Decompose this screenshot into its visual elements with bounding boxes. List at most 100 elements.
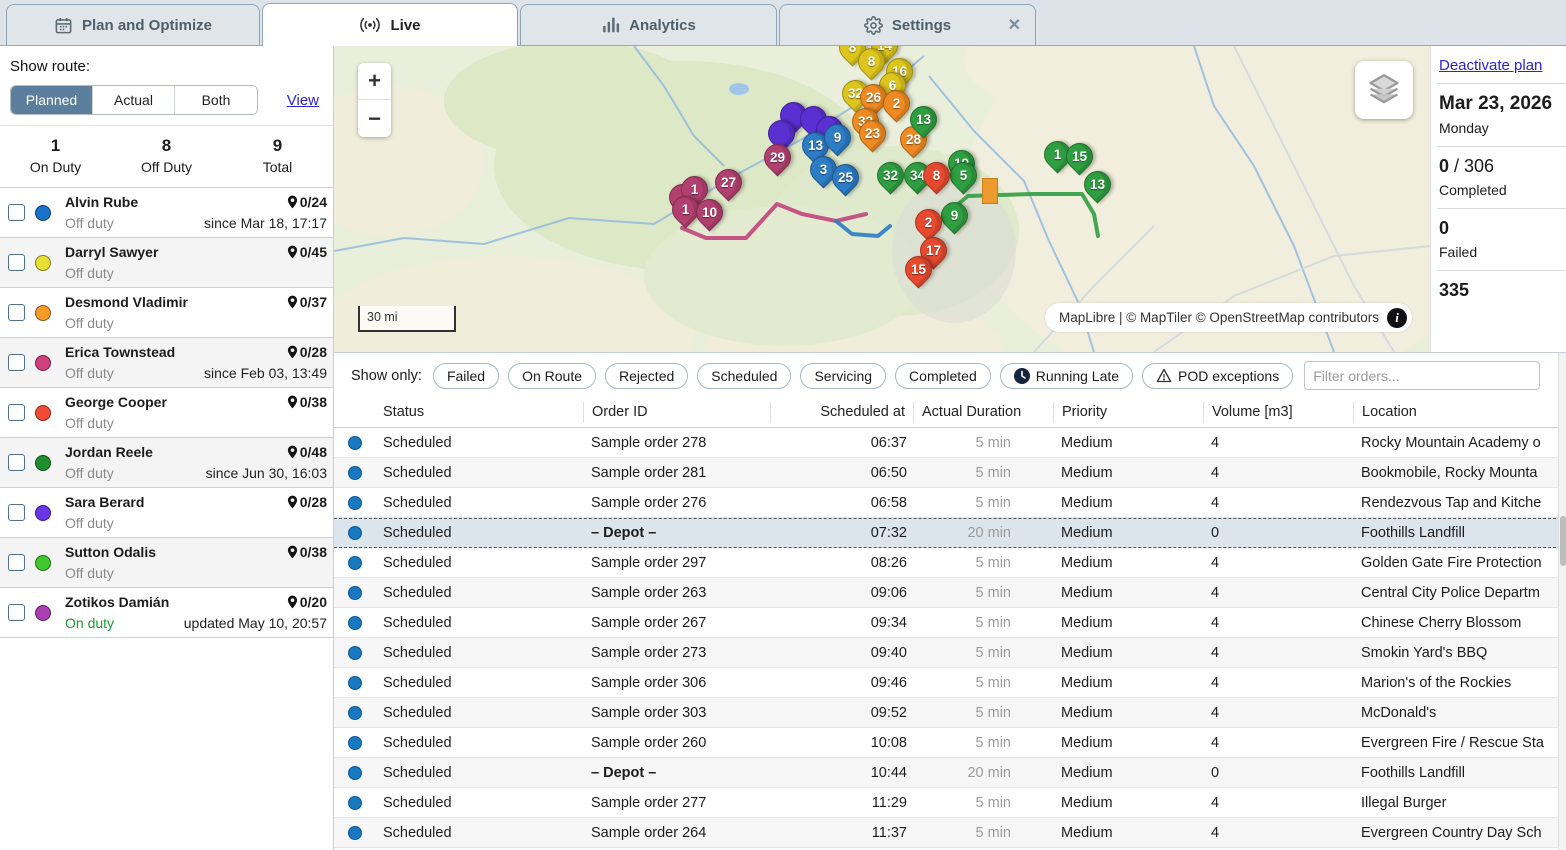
tab-settings[interactable]: Settings ✕ [779, 4, 1036, 45]
order-id: Sample order 278 [583, 435, 770, 451]
order-id: Sample order 276 [583, 495, 770, 511]
order-id: Sample order 264 [583, 825, 770, 841]
map-pin[interactable]: 15 [1060, 137, 1098, 175]
chip-servicing[interactable]: Servicing [800, 363, 886, 389]
order-row[interactable]: Scheduled Sample order 263 09:06 5 min M… [334, 578, 1566, 608]
driver-row[interactable]: Zotikos Damián 0/20 On duty updated May … [0, 588, 333, 638]
col-priority[interactable]: Priority [1053, 402, 1203, 423]
zoom-out-button[interactable]: − [358, 100, 391, 137]
order-row[interactable]: Scheduled Sample order 260 10:08 5 min M… [334, 728, 1566, 758]
zoom-in-button[interactable]: + [358, 63, 391, 100]
table-scrollbar-thumb[interactable] [1560, 516, 1566, 566]
order-row[interactable]: Scheduled Sample order 264 11:37 5 min M… [334, 818, 1566, 848]
driver-row[interactable]: Sara Berard 0/28 Off duty [0, 488, 333, 538]
driver-name: Sutton Odalis [65, 542, 156, 562]
chip-on-route[interactable]: On Route [508, 363, 596, 389]
order-row[interactable]: Scheduled Sample order 281 06:50 5 min M… [334, 458, 1566, 488]
duty-stats: 1On Duty 8Off Duty 9Total [0, 125, 333, 188]
map-zoom-control: + − [358, 63, 391, 137]
chip-scheduled[interactable]: Scheduled [697, 363, 791, 389]
info-icon[interactable]: i [1387, 308, 1407, 328]
driver-checkbox[interactable] [8, 604, 25, 621]
chip-running-late[interactable]: Running Late [1000, 363, 1133, 389]
driver-status: Off duty [65, 313, 114, 333]
driver-checkbox[interactable] [8, 304, 25, 321]
driver-row[interactable]: George Cooper 0/38 Off duty [0, 388, 333, 438]
order-row[interactable]: Scheduled Sample order 303 09:52 5 min M… [334, 698, 1566, 728]
chip-rejected[interactable]: Rejected [605, 363, 688, 389]
order-row[interactable]: Scheduled Sample order 277 11:29 5 min M… [334, 788, 1566, 818]
driver-status: Off duty [65, 413, 114, 433]
col-actual-duration[interactable]: Actual Duration [913, 402, 1053, 423]
tab-analytics[interactable]: Analytics [520, 4, 777, 45]
layers-button[interactable] [1355, 61, 1413, 119]
driver-row[interactable]: Desmond Vladimir 0/37 Off duty [0, 288, 333, 338]
order-volume: 4 [1203, 675, 1353, 691]
tab-plan-and-optimize[interactable]: Plan and Optimize [6, 4, 260, 45]
driver-row[interactable]: Alvin Rube 0/24 Off duty since Mar 18, 1… [0, 188, 333, 238]
driver-checkbox[interactable] [8, 354, 25, 371]
col-volume[interactable]: Volume [m3] [1203, 402, 1353, 423]
driver-checkbox[interactable] [8, 454, 25, 471]
map-pin[interactable]: 10 [690, 193, 728, 231]
col-location[interactable]: Location [1353, 402, 1566, 423]
order-scheduled-at: 11:29 [770, 795, 913, 811]
plan-day: Monday [1439, 120, 1566, 136]
status-dot-icon [348, 586, 362, 600]
driver-checkbox[interactable] [8, 504, 25, 521]
map-pin[interactable]: 25 [826, 158, 864, 196]
filter-chips-row: Show only: FailedOn RouteRejectedSchedul… [334, 353, 1566, 397]
chip-completed[interactable]: Completed [895, 363, 991, 389]
driver-checkbox[interactable] [8, 554, 25, 571]
route-toggle-actual[interactable]: Actual [93, 86, 175, 114]
driver-row[interactable]: Jordan Reele 0/48 Off duty since Jun 30,… [0, 438, 333, 488]
driver-row[interactable]: Sutton Odalis 0/38 Off duty [0, 538, 333, 588]
route-toggle-both[interactable]: Both [175, 86, 257, 114]
driver-status: Off duty [65, 213, 114, 233]
col-order-id[interactable]: Order ID [583, 402, 770, 423]
order-location: Smokin Yard's BBQ [1353, 645, 1566, 661]
driver-row[interactable]: Darryl Sawyer 0/45 Off duty [0, 238, 333, 288]
order-status: Scheduled [375, 795, 583, 811]
order-priority: Medium [1053, 525, 1203, 541]
map-pin[interactable]: 9 [935, 196, 973, 234]
col-status[interactable]: Status [375, 402, 583, 423]
tab-live[interactable]: Live [262, 3, 518, 46]
map-pin[interactable]: 23 [853, 114, 891, 152]
col-scheduled-at[interactable]: Scheduled at [770, 402, 913, 423]
order-row[interactable]: Scheduled Sample order 276 06:58 5 min M… [334, 488, 1566, 518]
map[interactable]: 8148166322623223281271102913932513195323… [334, 46, 1430, 352]
driver-status: Off duty [65, 463, 114, 483]
order-row[interactable]: Scheduled – Depot – 07:32 20 min Medium … [334, 518, 1566, 548]
driver-checkbox[interactable] [8, 204, 25, 221]
filter-orders-input[interactable] [1304, 361, 1540, 390]
order-row[interactable]: Scheduled – Depot – 10:44 20 min Medium … [334, 758, 1566, 788]
map-pin[interactable]: 13 [1078, 165, 1116, 203]
order-row[interactable]: Scheduled Sample order 306 09:46 5 min M… [334, 668, 1566, 698]
close-icon[interactable]: ✕ [1008, 15, 1021, 35]
order-volume: 4 [1203, 825, 1353, 841]
order-id: Sample order 260 [583, 735, 770, 751]
driver-stop-count: 0/45 [287, 242, 327, 262]
on-duty-label: On Duty [0, 159, 111, 175]
chip-label: Failed [447, 368, 485, 384]
map-pin-label: 9 [825, 125, 850, 150]
order-row[interactable]: Scheduled Sample order 297 08:26 5 min M… [334, 548, 1566, 578]
plan-date: Mar 23, 2026 [1439, 93, 1566, 115]
route-toggle-planned[interactable]: Planned [11, 86, 93, 114]
driver-checkbox[interactable] [8, 404, 25, 421]
status-dot-icon [348, 616, 362, 630]
map-pin[interactable]: 27 [709, 163, 747, 201]
view-link[interactable]: View [287, 92, 319, 109]
chip-pod-exceptions[interactable]: POD exceptions [1142, 363, 1293, 389]
deactivate-plan-link[interactable]: Deactivate plan [1431, 46, 1566, 83]
driver-checkbox[interactable] [8, 254, 25, 271]
driver-row[interactable]: Erica Townstead 0/28 Off duty since Feb … [0, 338, 333, 388]
depot-marker[interactable] [982, 178, 998, 204]
driver-status: Off duty [65, 263, 114, 283]
order-location: Foothills Landfill [1353, 765, 1566, 781]
order-row[interactable]: Scheduled Sample order 267 09:34 5 min M… [334, 608, 1566, 638]
chip-failed[interactable]: Failed [433, 363, 499, 389]
order-row[interactable]: Scheduled Sample order 278 06:37 5 min M… [334, 428, 1566, 458]
order-row[interactable]: Scheduled Sample order 273 09:40 5 min M… [334, 638, 1566, 668]
